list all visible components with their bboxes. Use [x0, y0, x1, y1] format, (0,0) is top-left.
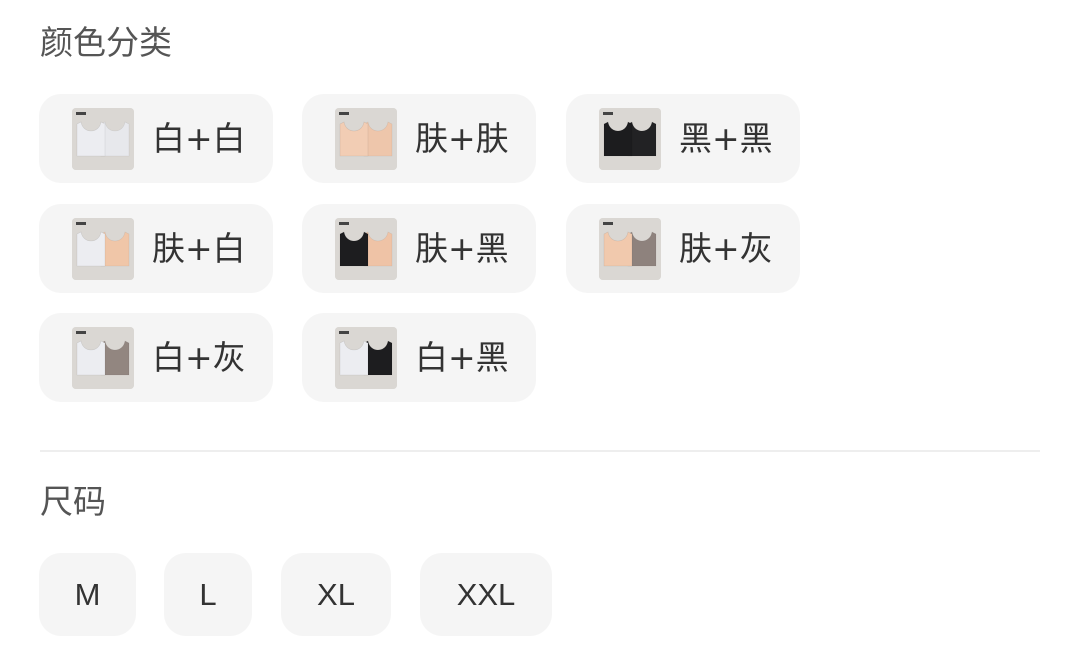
color-option[interactable]: 白+黑 [302, 313, 536, 402]
color-option[interactable]: 肤+灰 [566, 204, 800, 293]
product-thumbnail [72, 108, 134, 170]
size-section-title: 尺码 [40, 482, 106, 521]
color-option[interactable]: 黑+黑 [566, 94, 800, 183]
product-thumbnail [335, 327, 397, 389]
color-option[interactable]: 白+灰 [39, 313, 273, 402]
size-option-m[interactable]: M [39, 553, 136, 636]
bra-pair-nude-black-image [335, 218, 397, 280]
product-sku-selector: 颜色分类 白+白 肤+肤 黑+黑 肤+白 肤+黑 肤+灰 白+灰 白+黑 尺码 … [0, 0, 1080, 668]
product-thumbnail [72, 218, 134, 280]
color-option-label: 白+白 [152, 119, 246, 158]
product-thumbnail [599, 218, 661, 280]
color-option[interactable]: 白+白 [39, 94, 273, 183]
product-thumbnail [72, 327, 134, 389]
color-option-label: 肤+灰 [679, 229, 773, 268]
color-option-label: 白+黑 [415, 338, 509, 377]
bra-pair-nude-nude-image [335, 108, 397, 170]
bra-pair-nude-white-image [72, 218, 134, 280]
color-option[interactable]: 肤+黑 [302, 204, 536, 293]
color-option[interactable]: 肤+白 [39, 204, 273, 293]
color-section-title: 颜色分类 [40, 23, 172, 62]
product-thumbnail [335, 218, 397, 280]
size-option-xl[interactable]: XL [281, 553, 391, 636]
section-divider [40, 450, 1040, 452]
bra-pair-white-gray-image [72, 327, 134, 389]
color-option[interactable]: 肤+肤 [302, 94, 536, 183]
product-thumbnail [599, 108, 661, 170]
color-option-label: 肤+黑 [415, 229, 509, 268]
size-option-xxl[interactable]: XXL [420, 553, 552, 636]
bra-pair-white-black-image [335, 327, 397, 389]
color-option-label: 肤+白 [152, 229, 246, 268]
color-option-label: 白+灰 [152, 338, 246, 377]
bra-pair-white-white-image [72, 108, 134, 170]
color-option-label: 肤+肤 [415, 119, 509, 158]
size-option-l[interactable]: L [164, 553, 252, 636]
product-thumbnail [335, 108, 397, 170]
color-option-label: 黑+黑 [679, 119, 773, 158]
bra-pair-nude-gray-image [599, 218, 661, 280]
bra-pair-black-black-image [599, 108, 661, 170]
